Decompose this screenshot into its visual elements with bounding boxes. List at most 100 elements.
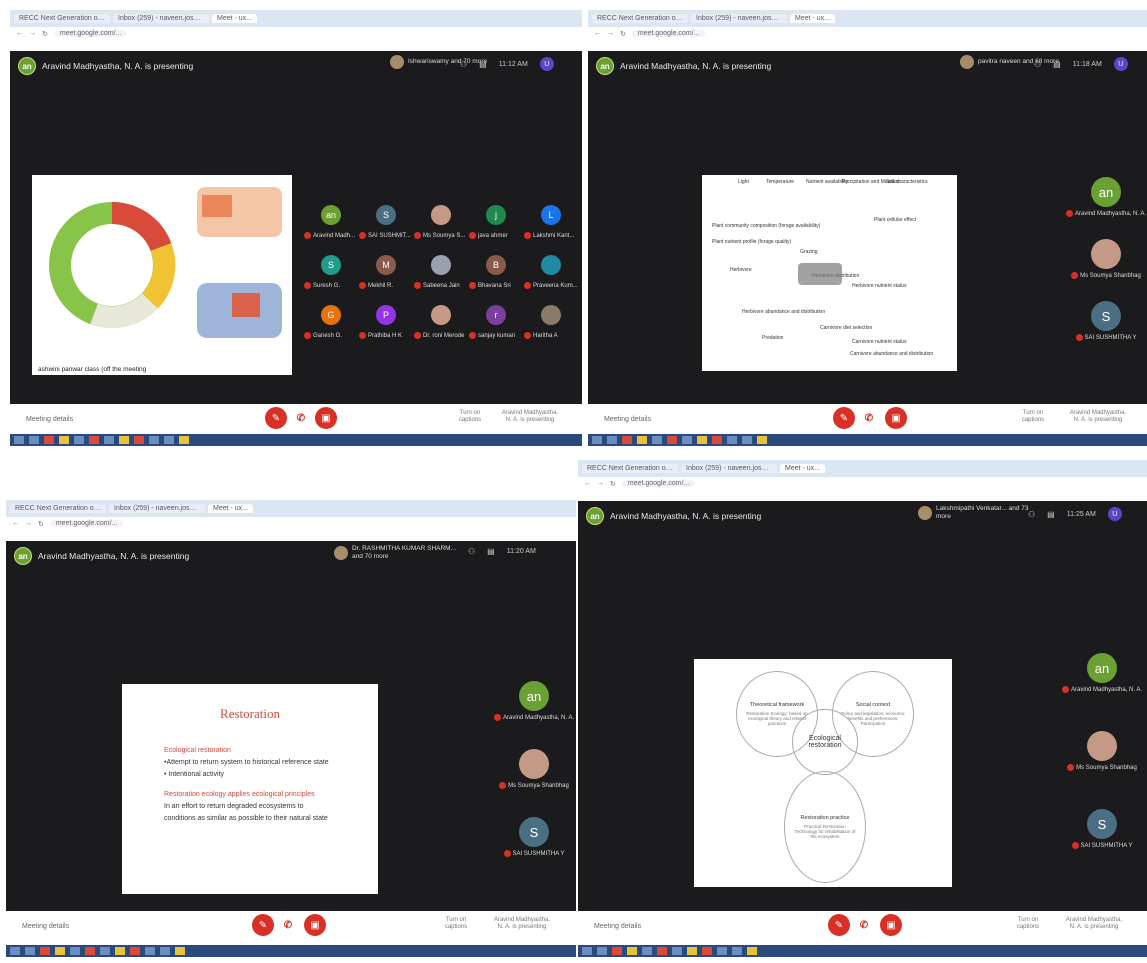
participant-tile[interactable]: G Ganesh G. [302, 301, 360, 347]
chat-icon[interactable]: ▤ [1053, 60, 1061, 69]
browser-tab[interactable]: Inbox (259) - naveen.joshua [681, 464, 777, 473]
mic-off-button[interactable]: ✎ [265, 407, 287, 429]
participant-tile[interactable]: an Aravind Madh... [302, 201, 360, 247]
browser-tab[interactable]: Inbox (259) - naveen.joshua [109, 504, 205, 513]
participant-tile[interactable]: an Aravind Madhyastha, N. A. [1061, 653, 1142, 693]
browser-tab[interactable]: RECC Next Generation of Supply [14, 14, 110, 23]
mic-muted-icon [469, 332, 476, 339]
forward-icon[interactable]: → [29, 30, 36, 37]
participant-tile[interactable]: Sabeena Jain [412, 251, 470, 297]
presenting-button[interactable]: Aravind Madhyastha, N. A. is presenting [500, 410, 560, 424]
leave-call-icon[interactable]: ✆ [858, 914, 870, 936]
camera-off-button[interactable]: ▣ [315, 407, 337, 429]
people-icon[interactable]: ⚇ [468, 547, 475, 556]
reload-icon[interactable]: ↻ [620, 30, 626, 38]
browser-tab[interactable]: Meet - ux... [212, 14, 258, 23]
forward-icon[interactable]: → [25, 520, 32, 527]
meeting-details-button[interactable]: Meeting details [22, 923, 69, 930]
reload-icon[interactable]: ↻ [610, 480, 616, 488]
reload-icon[interactable]: ↻ [42, 30, 48, 38]
participant-tile[interactable]: an Aravind Madhyastha, N. A. [1065, 177, 1146, 217]
url-field[interactable]: meet.google.com/... [49, 520, 124, 527]
browser-tab[interactable]: Inbox (259) - naveen.joshua [691, 14, 787, 23]
browser-tab[interactable]: Meet - ux... [790, 14, 836, 23]
back-icon[interactable]: ← [12, 520, 19, 527]
participant-name: SAI SUSHMITHA Y [1062, 842, 1142, 849]
leave-call-icon[interactable]: ✆ [282, 914, 294, 936]
forward-icon[interactable]: → [607, 30, 614, 37]
meeting-details-button[interactable]: Meeting details [594, 923, 641, 930]
presenting-button[interactable]: Aravind Madhyastha, N. A. is presenting [1062, 917, 1126, 931]
browser-tab[interactable]: Meet - ux... [780, 464, 826, 473]
presenting-button[interactable]: Aravind Madhyastha, N. A. is presenting [1066, 410, 1130, 424]
browser-tab[interactable]: Inbox (259) - naveen.joshua [113, 14, 209, 23]
participant-label: Ganesh G. [313, 332, 343, 339]
meeting-details-button[interactable]: Meeting details [604, 416, 651, 423]
presenting-button[interactable]: Aravind Madhyastha, N. A. is presenting [490, 917, 554, 931]
people-icon[interactable]: ⚇ [460, 60, 467, 69]
participant-label: java ahmer [478, 232, 508, 239]
captions-button[interactable]: Turn on captions [1008, 917, 1048, 931]
participant-tile[interactable]: an Aravind Madhyastha, N. A. [493, 681, 574, 721]
slide-bullet: • Intentional activity [164, 771, 225, 778]
participant-label: Praveena Kum... [533, 282, 578, 289]
participant-tile[interactable]: S SAI SUSHMITHA Y [1062, 809, 1142, 849]
flow-node-label: Herbivore [730, 267, 752, 273]
participant-tile[interactable]: Ms Soumya Shanbhag [1066, 239, 1146, 279]
participant-tile[interactable]: L Lakshmi Kant... [522, 201, 580, 247]
browser-tab[interactable]: RECC Next Generation of Supply [582, 464, 678, 473]
browser-tab[interactable]: RECC Next Generation of Supply [10, 504, 106, 513]
forward-icon[interactable]: → [597, 480, 604, 487]
back-icon[interactable]: ← [584, 480, 591, 487]
world-map-top-region [202, 195, 232, 217]
mic-off-button[interactable]: ✎ [833, 407, 855, 429]
venn-heading: Social context [855, 702, 891, 708]
self-avatar[interactable]: U [1107, 507, 1122, 521]
camera-off-button[interactable]: ▣ [885, 407, 907, 429]
camera-off-button[interactable]: ▣ [304, 914, 326, 936]
participant-label: SAI SUSHMITHA Y [512, 850, 565, 857]
participant-tile[interactable]: j java ahmer [467, 201, 525, 247]
participant-tile[interactable]: S SAI SUSHMITHA Y [1066, 301, 1146, 341]
participant-tile[interactable]: S SAI SUSHMITHA Y [494, 817, 574, 857]
participant-tile[interactable]: Ms Soumya S... [412, 201, 470, 247]
captions-button[interactable]: Turn on captions [1013, 410, 1053, 424]
self-avatar[interactable]: U [539, 57, 554, 71]
leave-call-icon[interactable]: ✆ [863, 407, 875, 429]
participant-tile[interactable]: r sanjay kumari [467, 301, 525, 347]
browser-tab[interactable]: Meet - ux... [208, 504, 254, 513]
url-field[interactable]: meet.google.com/... [53, 30, 128, 37]
mic-off-button[interactable]: ✎ [252, 914, 274, 936]
mic-muted-icon [1061, 686, 1069, 693]
participant-tile[interactable]: M Mekhil R. [357, 251, 415, 297]
chat-icon[interactable]: ▤ [487, 547, 495, 556]
back-icon[interactable]: ← [594, 30, 601, 37]
participant-tile[interactable]: Dr. roni Merode [412, 301, 470, 347]
participant-tile[interactable]: S SAI SUSHMIT... [357, 201, 415, 247]
captions-button[interactable]: Turn on captions [450, 410, 490, 424]
browser-tab[interactable]: RECC Next Generation of Supply [592, 14, 688, 23]
participant-tile[interactable]: Ms Soumya Shanbhag [1062, 731, 1142, 771]
people-icon[interactable]: ⚇ [1034, 60, 1041, 69]
reload-icon[interactable]: ↻ [38, 520, 44, 528]
captions-button[interactable]: Turn on captions [436, 917, 476, 931]
self-avatar[interactable]: U [1113, 57, 1128, 71]
participant-tile[interactable]: S Suresh G. [302, 251, 360, 297]
mic-off-button[interactable]: ✎ [828, 914, 850, 936]
participant-tile[interactable]: Haritha A [522, 301, 580, 347]
participant-tile[interactable]: Praveena Kum... [522, 251, 580, 297]
people-icon[interactable]: ⚇ [1028, 510, 1035, 519]
mic-muted-icon [503, 850, 511, 857]
meeting-details-button[interactable]: Meeting details [26, 416, 73, 423]
url-field[interactable]: meet.google.com/... [631, 30, 706, 37]
chat-icon[interactable]: ▤ [1047, 510, 1055, 519]
url-field[interactable]: meet.google.com/... [621, 480, 696, 487]
back-icon[interactable]: ← [16, 30, 23, 37]
chat-icon[interactable]: ▤ [479, 60, 487, 69]
leave-call-icon[interactable]: ✆ [295, 407, 307, 429]
participant-tile[interactable]: P Prathiba H K [357, 301, 415, 347]
camera-off-button[interactable]: ▣ [880, 914, 902, 936]
participant-tile[interactable]: Ms Soumya Shanbhag [494, 749, 574, 789]
participant-tile[interactable]: B Bhavana Sri [467, 251, 525, 297]
slide-title: Restoration [220, 706, 280, 721]
